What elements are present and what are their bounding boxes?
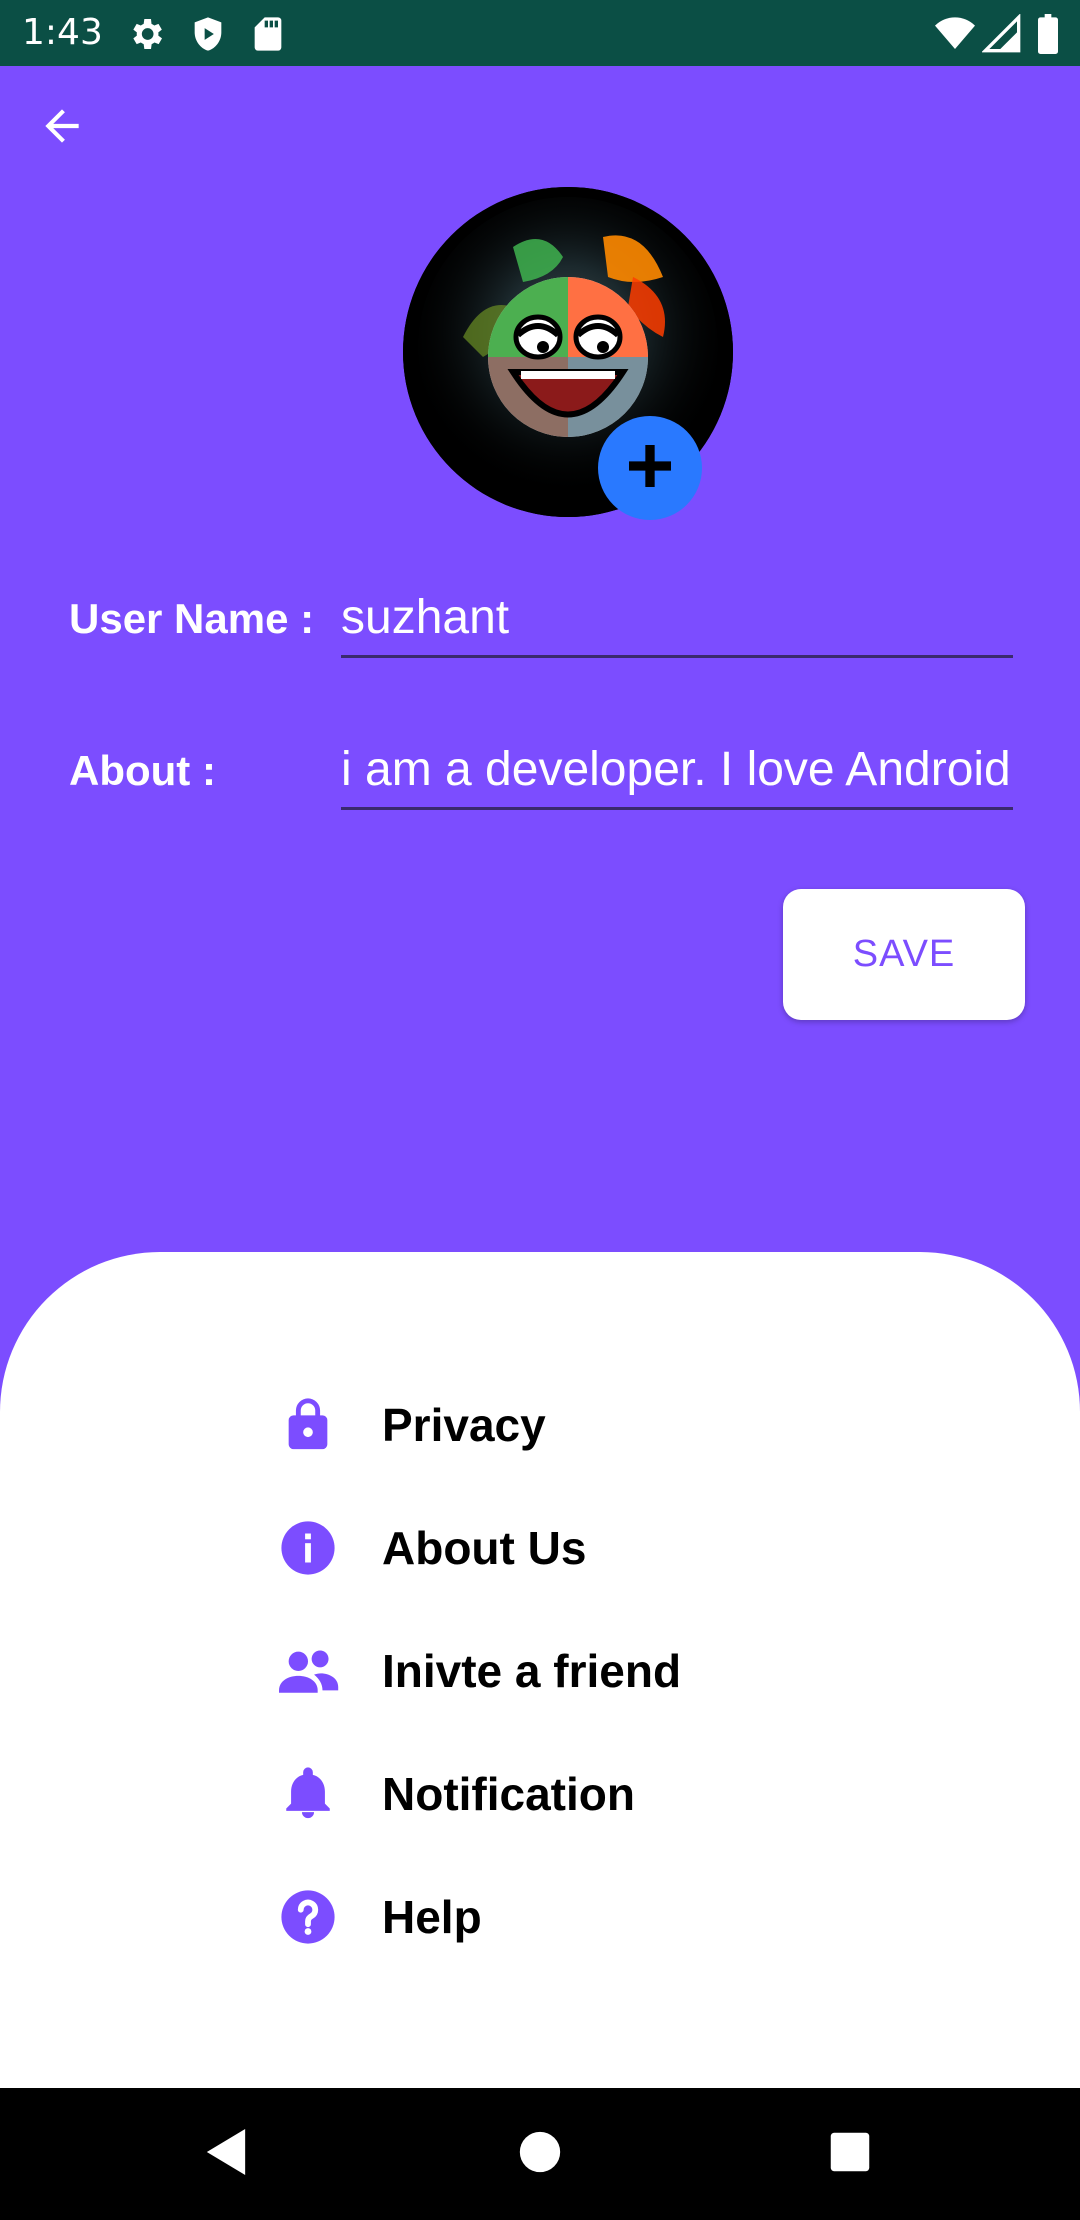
wifi-icon xyxy=(934,14,975,54)
about-label: About : xyxy=(69,747,216,794)
status-bar: 1:43 xyxy=(0,0,1080,66)
menu-item-notification[interactable]: Notification xyxy=(276,1749,635,1839)
profile-screen: 1:43 User Name: suzhant About: i am a … xyxy=(0,0,1080,2220)
nav-back-button[interactable] xyxy=(196,2124,256,2184)
menu-item-label: Inivte a friend xyxy=(382,1645,682,1697)
plus-icon xyxy=(622,438,678,499)
add-photo-button[interactable] xyxy=(598,416,702,520)
system-nav-bar xyxy=(0,2088,1080,2220)
recents-square-icon xyxy=(829,2131,871,2178)
menu-item-label: Notification xyxy=(382,1768,635,1820)
status-time: 1:43 xyxy=(22,12,103,53)
signal-icon xyxy=(981,13,1022,54)
menu-item-about-us[interactable]: About Us xyxy=(276,1503,586,1593)
menu-item-help[interactable]: Help xyxy=(276,1872,482,1962)
username-label: User Name : xyxy=(69,595,315,642)
menu-item-label: About Us xyxy=(382,1522,587,1574)
username-field[interactable] xyxy=(341,580,1013,658)
nav-home-button[interactable] xyxy=(510,2124,570,2184)
settings-menu-panel: Privacy About Us Inivte a friend Notific… xyxy=(0,1252,1080,2088)
people-icon xyxy=(276,1639,340,1703)
menu-item-invite-friend[interactable]: Inivte a friend xyxy=(276,1626,681,1716)
help-icon xyxy=(276,1885,340,1949)
battery-icon xyxy=(1036,14,1076,54)
settings-icon xyxy=(126,14,166,54)
info-icon xyxy=(276,1516,340,1580)
home-circle-icon xyxy=(518,2130,562,2179)
nav-recents-button[interactable] xyxy=(820,2124,880,2184)
sd-card-icon xyxy=(248,14,288,54)
arrow-back-icon xyxy=(37,101,87,156)
back-button[interactable] xyxy=(30,96,94,160)
shield-icon xyxy=(188,14,228,54)
bell-icon xyxy=(276,1762,340,1826)
save-button[interactable]: SAVE xyxy=(783,889,1025,1020)
menu-item-label: Privacy xyxy=(382,1399,546,1451)
lock-icon xyxy=(276,1393,340,1457)
back-triangle-icon xyxy=(203,2127,249,2182)
menu-item-label: Help xyxy=(382,1891,482,1943)
about-field[interactable] xyxy=(341,732,1013,810)
menu-item-privacy[interactable]: Privacy xyxy=(276,1380,546,1470)
